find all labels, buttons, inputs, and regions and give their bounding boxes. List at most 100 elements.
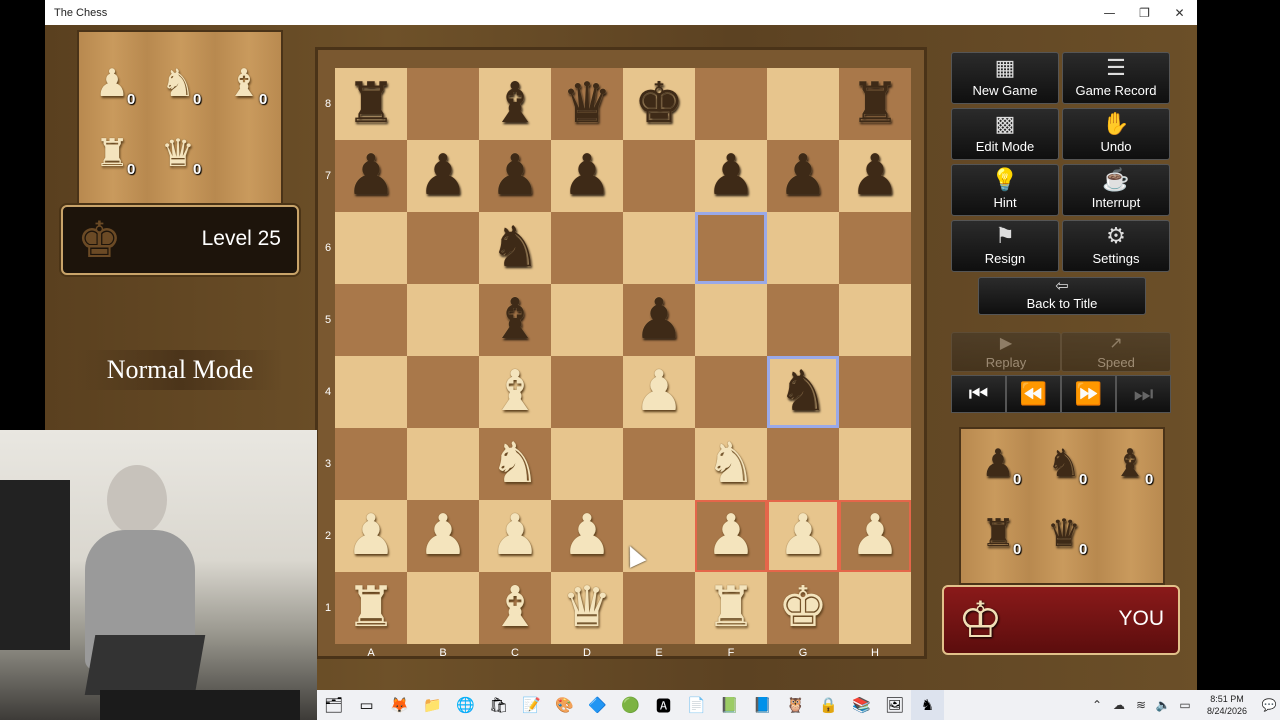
square-f2[interactable]: ♟ — [695, 500, 767, 572]
taskbar-app-icon[interactable]: 📗 — [713, 690, 746, 720]
square-g5[interactable] — [767, 284, 839, 356]
white-pawn-piece[interactable]: ♟ — [490, 506, 540, 566]
taskbar-app-icon[interactable]: 📝 — [515, 690, 548, 720]
black-bishop-piece[interactable]: ♝ — [490, 290, 540, 350]
taskbar-app-icon[interactable]: 🟢 — [614, 690, 647, 720]
white-pawn-piece[interactable]: ♟ — [562, 506, 612, 566]
square-h3[interactable] — [839, 428, 911, 500]
restore-button[interactable]: ❐ — [1127, 0, 1162, 25]
taskbar-app-icon[interactable]: ▭ — [350, 690, 383, 720]
square-c6[interactable]: ♞ — [479, 212, 551, 284]
black-rook-piece[interactable]: ♜ — [850, 74, 900, 134]
square-a3[interactable] — [335, 428, 407, 500]
square-d3[interactable] — [551, 428, 623, 500]
white-knight-piece[interactable]: ♞ — [490, 434, 540, 494]
square-d8[interactable]: ♛ — [551, 68, 623, 140]
square-c2[interactable]: ♟ — [479, 500, 551, 572]
square-e4[interactable]: ♟ — [623, 356, 695, 428]
square-f6[interactable] — [695, 212, 767, 284]
square-d1[interactable]: ♛ — [551, 572, 623, 644]
interrupt-button[interactable]: ☕ Interrupt — [1062, 164, 1170, 216]
square-h2[interactable]: ♟ — [839, 500, 911, 572]
black-pawn-piece[interactable]: ♟ — [778, 146, 828, 206]
square-g7[interactable]: ♟ — [767, 140, 839, 212]
black-queen-piece[interactable]: ♛ — [562, 74, 612, 134]
edit-mode-button[interactable]: ▩ Edit Mode — [951, 108, 1059, 160]
square-b2[interactable]: ♟ — [407, 500, 479, 572]
square-d4[interactable] — [551, 356, 623, 428]
black-pawn-piece[interactable]: ♟ — [850, 146, 900, 206]
taskbar-app-icon[interactable]: 🦊 — [383, 690, 416, 720]
square-d2[interactable]: ♟ — [551, 500, 623, 572]
white-bishop-piece[interactable]: ♝ — [490, 578, 540, 638]
black-knight-piece[interactable]: ♞ — [778, 362, 828, 422]
black-pawn-piece[interactable]: ♟ — [418, 146, 468, 206]
white-pawn-piece[interactable]: ♟ — [850, 506, 900, 566]
back-to-title-button[interactable]: ⇦ Back to Title — [978, 277, 1146, 315]
square-c7[interactable]: ♟ — [479, 140, 551, 212]
square-a7[interactable]: ♟ — [335, 140, 407, 212]
taskbar-app-icon[interactable]: 📘 — [746, 690, 779, 720]
square-d5[interactable] — [551, 284, 623, 356]
white-rook-piece[interactable]: ♜ — [346, 578, 396, 638]
clock[interactable]: 8:51 PM 8/24/2026 — [1196, 693, 1258, 717]
square-g8[interactable] — [767, 68, 839, 140]
previous-move-button[interactable]: ⏪ — [1006, 375, 1061, 413]
square-f4[interactable] — [695, 356, 767, 428]
taskbar-app-icon[interactable]: 🗂 — [317, 690, 350, 720]
black-pawn-piece[interactable]: ♟ — [634, 290, 684, 350]
square-b7[interactable]: ♟ — [407, 140, 479, 212]
chevron-up-icon[interactable]: ⌃ — [1086, 698, 1108, 712]
volume-icon[interactable]: 🔈 — [1152, 698, 1174, 712]
resign-button[interactable]: ⚑ Resign — [951, 220, 1059, 272]
taskbar-app-icon[interactable]: 📁 — [416, 690, 449, 720]
white-king-piece[interactable]: ♚ — [778, 578, 828, 638]
cloud-icon[interactable]: ☁ — [1108, 698, 1130, 712]
black-king-piece[interactable]: ♚ — [634, 74, 684, 134]
square-g3[interactable] — [767, 428, 839, 500]
square-b5[interactable] — [407, 284, 479, 356]
square-b4[interactable] — [407, 356, 479, 428]
white-pawn-piece[interactable]: ♟ — [778, 506, 828, 566]
square-a5[interactable] — [335, 284, 407, 356]
taskbar-app-icon[interactable]: 🖼 — [878, 690, 911, 720]
taskbar-app-icon[interactable]: ♞ — [911, 690, 944, 720]
next-move-button[interactable]: ⏩ — [1061, 375, 1116, 413]
taskbar-app-icon[interactable]: 📄 — [680, 690, 713, 720]
black-rook-piece[interactable]: ♜ — [346, 74, 396, 134]
chess-board[interactable]: ♜ ♝ ♛ ♚ ♜ ♟ ♟ ♟ ♟ ♟ ♟ ♟ ♞ ♝ ♟ ♝ ♟ ♞ ♞ ♞ ♟ ♟ ♟ ♟ ♟ ♟ ♟ ♜ ♝ ♛ ♜ ♚ — [335, 68, 911, 644]
white-pawn-piece[interactable]: ♟ — [418, 506, 468, 566]
white-pawn-piece[interactable]: ♟ — [706, 506, 756, 566]
square-e6[interactable] — [623, 212, 695, 284]
square-d6[interactable] — [551, 212, 623, 284]
taskbar-app-icon[interactable]: 🌐 — [449, 690, 482, 720]
square-c5[interactable]: ♝ — [479, 284, 551, 356]
white-pawn-piece[interactable]: ♟ — [634, 362, 684, 422]
white-rook-piece[interactable]: ♜ — [706, 578, 756, 638]
square-a8[interactable]: ♜ — [335, 68, 407, 140]
square-f7[interactable]: ♟ — [695, 140, 767, 212]
square-a4[interactable] — [335, 356, 407, 428]
square-c3[interactable]: ♞ — [479, 428, 551, 500]
white-pawn-piece[interactable]: ♟ — [346, 506, 396, 566]
black-pawn-piece[interactable]: ♟ — [706, 146, 756, 206]
hint-button[interactable]: 💡 Hint — [951, 164, 1059, 216]
new-game-button[interactable]: ▦ New Game — [951, 52, 1059, 104]
game-record-button[interactable]: ☰ Game Record — [1062, 52, 1170, 104]
square-h1[interactable] — [839, 572, 911, 644]
square-e3[interactable] — [623, 428, 695, 500]
square-f8[interactable] — [695, 68, 767, 140]
white-bishop-piece[interactable]: ♝ — [490, 362, 540, 422]
taskbar-app-icon[interactable]: 🅰 — [647, 690, 680, 720]
square-b3[interactable] — [407, 428, 479, 500]
square-e7[interactable] — [623, 140, 695, 212]
taskbar-app-icon[interactable]: 🎨 — [548, 690, 581, 720]
square-e8[interactable]: ♚ — [623, 68, 695, 140]
white-knight-piece[interactable]: ♞ — [706, 434, 756, 494]
square-e1[interactable] — [623, 572, 695, 644]
close-button[interactable]: ✕ — [1162, 0, 1197, 25]
square-a1[interactable]: ♜ — [335, 572, 407, 644]
square-c8[interactable]: ♝ — [479, 68, 551, 140]
last-move-button[interactable]: ⏭ — [1116, 375, 1171, 413]
square-h8[interactable]: ♜ — [839, 68, 911, 140]
